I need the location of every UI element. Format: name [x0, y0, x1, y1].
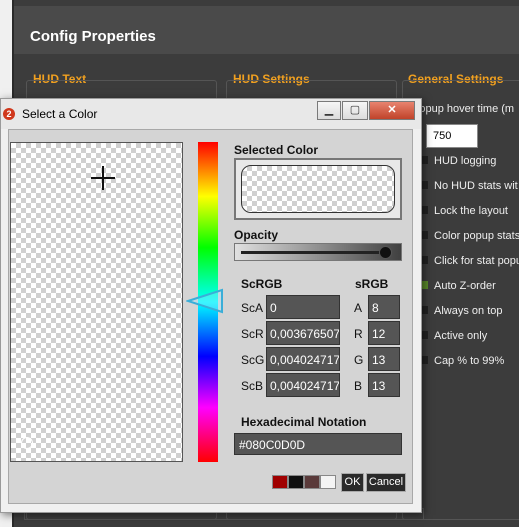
sca-field[interactable]: 0 [266, 295, 340, 319]
setting-label: No HUD stats wit [434, 180, 518, 192]
ok-button[interactable]: OK [341, 473, 364, 492]
hue-pointer-icon[interactable] [186, 288, 226, 314]
scg-label: ScG [241, 353, 265, 367]
hex-label: Hexadecimal Notation [241, 415, 367, 429]
popup-hover-time-input[interactable] [426, 124, 478, 148]
minimize-button[interactable]: ▁ [317, 101, 341, 120]
selected-color-frame [234, 158, 402, 220]
setting-label: Click for stat popu [434, 255, 519, 267]
setting-label: Always on top [434, 305, 503, 317]
hex-field[interactable]: #080C0D0D [234, 433, 402, 455]
dialog-titlebar[interactable]: 2 Select a Color ▁ ▢ ✕ [1, 99, 421, 129]
maximize-button[interactable]: ▢ [342, 101, 368, 120]
b-field[interactable]: 13 [368, 373, 400, 397]
setting-label: Color popup stats [434, 230, 519, 242]
scrgb-label: ScRGB [241, 277, 283, 291]
setting-active-only[interactable]: Active only [420, 330, 487, 342]
sca-label: ScA [241, 301, 264, 315]
setting-click-stat-popup[interactable]: Click for stat popu [420, 255, 519, 267]
srgb-label: sRGB [355, 277, 389, 291]
setting-always-on-top[interactable]: Always on top [420, 305, 502, 317]
config-header: Config Properties [14, 6, 519, 54]
scb-label: ScB [241, 379, 264, 393]
opacity-track [241, 251, 391, 254]
dialog-title: Select a Color [22, 107, 98, 121]
opacity-label: Opacity [234, 228, 279, 242]
setting-color-popup-stats[interactable]: Color popup stats [420, 230, 519, 242]
ring-icon [21, 437, 33, 449]
crosshair-icon[interactable] [91, 166, 115, 190]
close-button[interactable]: ✕ [369, 101, 415, 120]
r-field[interactable]: 12 [368, 321, 400, 345]
setting-label: Lock the layout [434, 205, 508, 217]
r-label: R [354, 327, 363, 341]
opacity-thumb[interactable] [379, 246, 392, 259]
opacity-slider[interactable] [234, 243, 402, 261]
recent-color-swatch[interactable] [320, 475, 336, 489]
color-canvas[interactable] [10, 142, 183, 462]
setting-no-hud-stats[interactable]: No HUD stats wit [420, 180, 518, 192]
setting-auto-z-order[interactable]: Auto Z-order [420, 280, 496, 292]
a-field[interactable]: 8 [368, 295, 400, 319]
popup-hover-time-label: Popup hover time (m [412, 103, 515, 115]
app-icon: 2 [3, 108, 15, 120]
setting-label: Cap % to 99% [434, 355, 505, 367]
scr-field[interactable]: 0,003676507 [266, 321, 340, 345]
scr-label: ScR [241, 327, 264, 341]
setting-hud-logging[interactable]: HUD logging [420, 155, 496, 167]
setting-label: Active only [434, 330, 488, 342]
scg-field[interactable]: 0,004024717 [266, 347, 340, 371]
scb-field[interactable]: 0,004024717 [266, 373, 340, 397]
setting-lock-layout[interactable]: Lock the layout [420, 205, 508, 217]
selected-color-swatch [241, 165, 395, 213]
a-label: A [354, 301, 363, 315]
recent-color-swatch[interactable] [288, 475, 304, 489]
cancel-button[interactable]: Cancel [366, 473, 406, 492]
recent-color-swatch[interactable] [304, 475, 320, 489]
g-label: G [354, 353, 364, 367]
selected-color-label: Selected Color [234, 143, 319, 157]
config-title: Config Properties [30, 28, 156, 45]
recent-color-swatch[interactable] [272, 475, 288, 489]
setting-label: HUD logging [434, 155, 497, 167]
setting-cap-percent[interactable]: Cap % to 99% [420, 355, 504, 367]
setting-label: Auto Z-order [434, 280, 496, 292]
g-field[interactable]: 13 [368, 347, 400, 371]
b-label: B [354, 379, 363, 393]
